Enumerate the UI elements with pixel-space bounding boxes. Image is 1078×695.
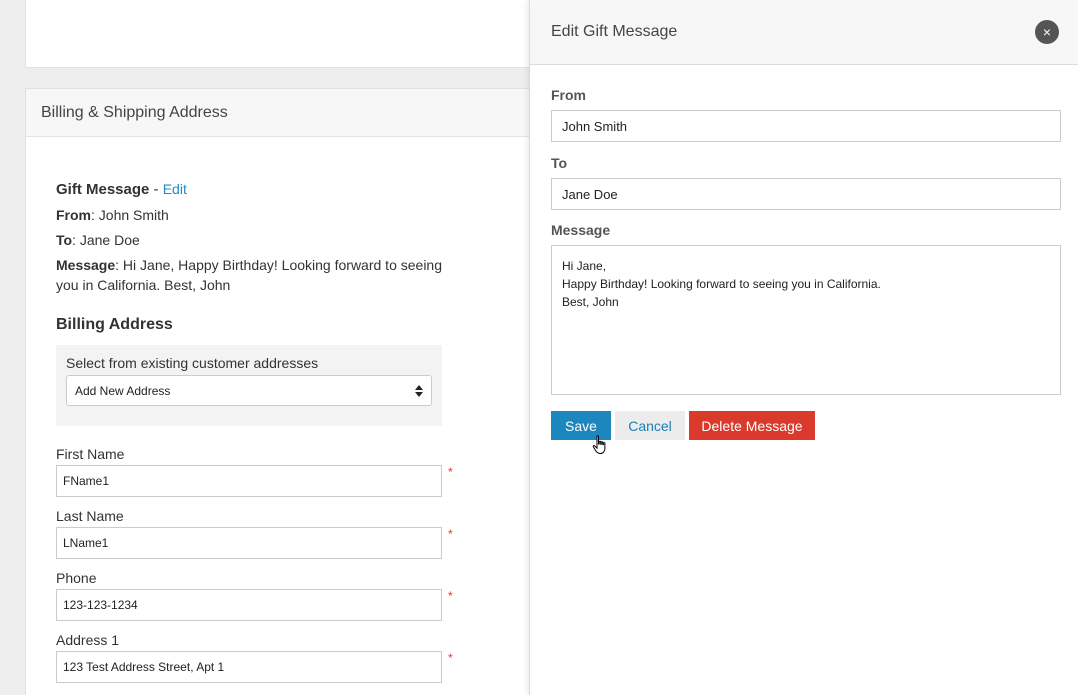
gift-message-line: Message: Hi Jane, Happy Birthday! Lookin… <box>56 255 442 295</box>
address-1-label: Address 1 <box>56 632 120 648</box>
field-first-name: First Name FName1 * <box>56 446 453 497</box>
billing-address-title: Billing Address <box>56 316 173 333</box>
gift-message-separator: - <box>149 181 163 198</box>
billing-shipping-card: Billing & Shipping Address Gift Message … <box>25 88 530 695</box>
first-name-input[interactable]: FName1 <box>56 465 442 497</box>
close-icon: × <box>1042 24 1052 40</box>
select-arrows-icon <box>415 384 423 397</box>
panel-header: Edit Gift Message × <box>530 0 1078 65</box>
existing-address-box: Select from existing customer addresses … <box>56 345 442 426</box>
close-button[interactable]: × <box>1035 20 1059 44</box>
phone-input[interactable]: 123-123-1234 <box>56 589 442 621</box>
card-title: Billing & Shipping Address <box>41 103 228 121</box>
gift-message-edit-link[interactable]: Edit <box>163 181 187 197</box>
last-name-input[interactable]: LName1 <box>56 527 442 559</box>
field-last-name: Last Name LName1 * <box>56 508 453 559</box>
existing-address-select[interactable]: Add New Address <box>66 375 432 406</box>
existing-address-select-value: Add New Address <box>75 383 171 398</box>
field-phone: Phone 123-123-1234 * <box>56 570 453 621</box>
to-input[interactable]: Jane Doe <box>551 178 1061 210</box>
from-input[interactable]: John Smith <box>551 110 1061 142</box>
gift-message-title: Gift Message <box>56 181 150 198</box>
gift-message-label: Message <box>56 257 116 273</box>
gift-to-label: To <box>56 232 73 248</box>
card-body: Gift Message - Edit From: John Smith To:… <box>56 179 453 683</box>
card-header: Billing & Shipping Address <box>26 89 529 137</box>
phone-label: Phone <box>56 570 97 586</box>
gift-from-line: From: John Smith <box>56 205 442 225</box>
first-name-label: First Name <box>56 446 125 462</box>
message-label: Message <box>551 222 611 238</box>
field-address-1: Address 1 123 Test Address Street, Apt 1… <box>56 632 453 683</box>
gift-to-line: To: Jane Doe <box>56 230 442 250</box>
gift-from-label: From <box>56 207 91 223</box>
panel-title: Edit Gift Message <box>551 23 678 40</box>
phone-required: * <box>448 589 453 603</box>
last-name-required: * <box>448 527 453 541</box>
address-1-required: * <box>448 651 453 665</box>
hand-cursor-icon <box>592 435 606 455</box>
first-name-required: * <box>448 465 453 479</box>
panel-actions: Save Cancel Delete Message <box>551 411 1060 440</box>
edit-gift-message-panel: Edit Gift Message × From John Smith To J… <box>529 0 1078 695</box>
existing-address-label: Select from existing customer addresses <box>66 355 319 371</box>
gift-to-value: : Jane Doe <box>72 232 140 248</box>
address-1-input[interactable]: 123 Test Address Street, Apt 1 <box>56 651 442 683</box>
message-textarea[interactable]: Hi Jane, Happy Birthday! Looking forward… <box>551 245 1061 395</box>
top-card <box>25 0 530 68</box>
gift-message-heading: Gift Message - Edit <box>56 179 442 200</box>
delete-message-button[interactable]: Delete Message <box>689 411 815 440</box>
gift-from-value: : John Smith <box>91 207 169 223</box>
last-name-label: Last Name <box>56 508 124 524</box>
to-label: To <box>551 155 568 171</box>
panel-body: From John Smith To Jane Doe Message Hi J… <box>530 65 1078 440</box>
from-label: From <box>551 87 586 103</box>
cancel-button[interactable]: Cancel <box>615 411 685 440</box>
